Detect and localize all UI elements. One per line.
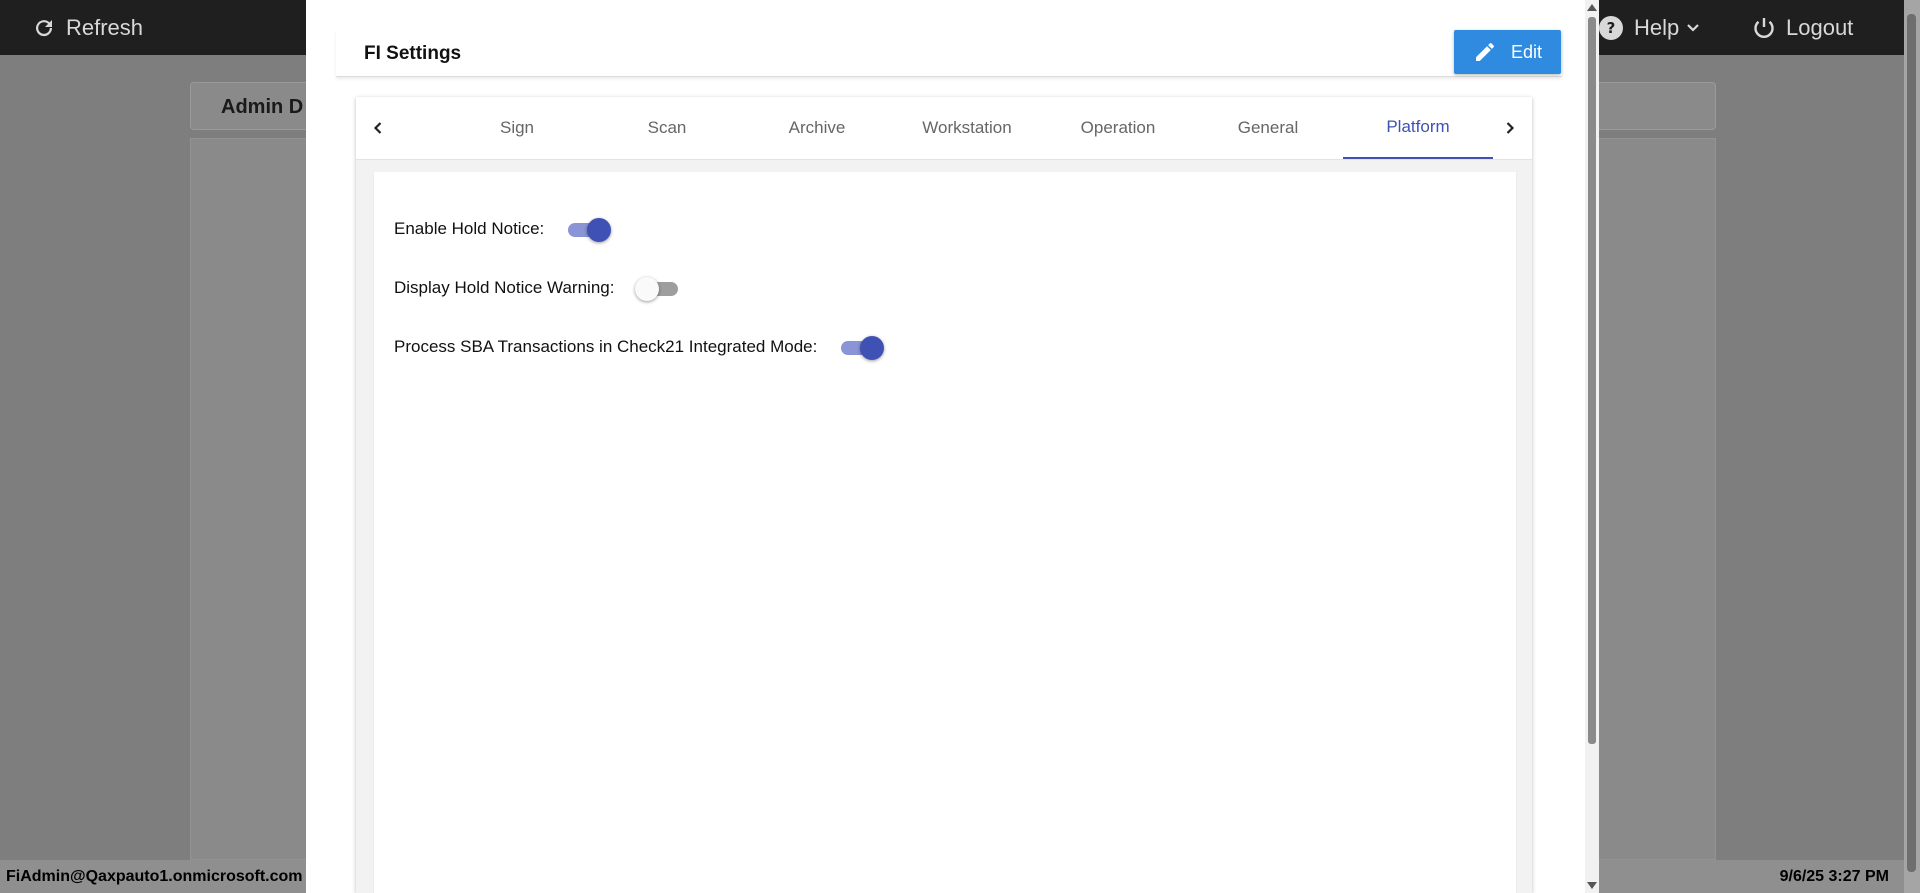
chevron-right-icon bbox=[1506, 122, 1515, 134]
tab-sign[interactable]: Sign bbox=[442, 97, 592, 159]
status-user: FiAdmin@Qaxpauto1.onmicrosoft.com bbox=[6, 868, 303, 885]
display-hold-notice-warning-toggle[interactable] bbox=[635, 275, 680, 301]
refresh-label: Refresh bbox=[66, 14, 144, 40]
tab-scan[interactable]: Scan bbox=[592, 97, 742, 159]
setting-label: Process SBA Transactions in Check21 Inte… bbox=[394, 337, 818, 356]
platform-settings-content: Enable Hold Notice: Display Hold Notice … bbox=[374, 172, 1516, 893]
scroll-down-arrow-icon[interactable] bbox=[1587, 882, 1597, 889]
help-label: Help bbox=[1634, 14, 1680, 40]
pencil-icon bbox=[1475, 42, 1494, 61]
power-icon bbox=[1754, 17, 1774, 38]
dialog-header: FI Settings bbox=[336, 29, 1562, 77]
settings-panel: Sign Scan Archive Workstation Operation … bbox=[356, 97, 1532, 893]
edit-button[interactable]: Edit bbox=[1454, 30, 1561, 74]
chevron-down-icon bbox=[1687, 23, 1700, 32]
tab-platform[interactable]: Platform bbox=[1343, 97, 1493, 159]
setting-label: Display Hold Notice Warning: bbox=[394, 278, 615, 297]
logout-button[interactable]: Logout bbox=[1752, 0, 1853, 55]
setting-row-process-sba-transactions: Process SBA Transactions in Check21 Inte… bbox=[394, 332, 885, 362]
dialog-scrollbar-thumb[interactable] bbox=[1588, 17, 1596, 744]
dialog-title: FI Settings bbox=[364, 43, 462, 64]
process-sba-transactions-toggle[interactable] bbox=[839, 334, 885, 360]
toggle-knob bbox=[860, 336, 885, 360]
refresh-icon bbox=[36, 19, 53, 36]
tab-archive[interactable]: Archive bbox=[742, 97, 892, 159]
tab-general[interactable]: General bbox=[1193, 97, 1343, 159]
tab-workstation[interactable]: Workstation bbox=[892, 97, 1042, 159]
tab-scroll-left-button[interactable] bbox=[356, 97, 400, 159]
help-circle-icon: ? bbox=[1599, 15, 1623, 40]
background-card-title: Admin D bbox=[221, 96, 304, 118]
fi-settings-dialog: FI Settings Edit Sign Scan Archive Works… bbox=[306, 0, 1599, 893]
status-datetime: 9/6/25 3:27 PM bbox=[1779, 868, 1889, 885]
scroll-up-arrow-icon[interactable] bbox=[1587, 4, 1597, 11]
setting-row-display-hold-notice-warning: Display Hold Notice Warning: bbox=[394, 273, 680, 303]
chevron-left-icon bbox=[373, 122, 382, 134]
setting-label: Enable Hold Notice: bbox=[394, 219, 545, 238]
settings-tab-bar: Sign Scan Archive Workstation Operation … bbox=[356, 97, 1532, 160]
refresh-button[interactable]: Refresh bbox=[32, 0, 143, 55]
toggle-knob bbox=[587, 218, 612, 242]
setting-row-enable-hold-notice: Enable Hold Notice: bbox=[394, 214, 612, 244]
logout-label: Logout bbox=[1786, 14, 1854, 40]
tab-scroll-right-button[interactable] bbox=[1488, 97, 1532, 159]
toggle-knob bbox=[635, 277, 660, 301]
edit-label: Edit bbox=[1510, 41, 1543, 62]
enable-hold-notice-toggle[interactable] bbox=[566, 216, 612, 242]
tab-operation[interactable]: Operation bbox=[1043, 97, 1193, 159]
svg-text:?: ? bbox=[1607, 19, 1616, 37]
help-menu-button[interactable]: ? Help bbox=[1598, 0, 1701, 55]
window-scrollbar[interactable] bbox=[1904, 0, 1920, 893]
window-scrollbar-thumb[interactable] bbox=[1907, 14, 1916, 872]
dialog-scrollbar[interactable] bbox=[1585, 0, 1599, 893]
